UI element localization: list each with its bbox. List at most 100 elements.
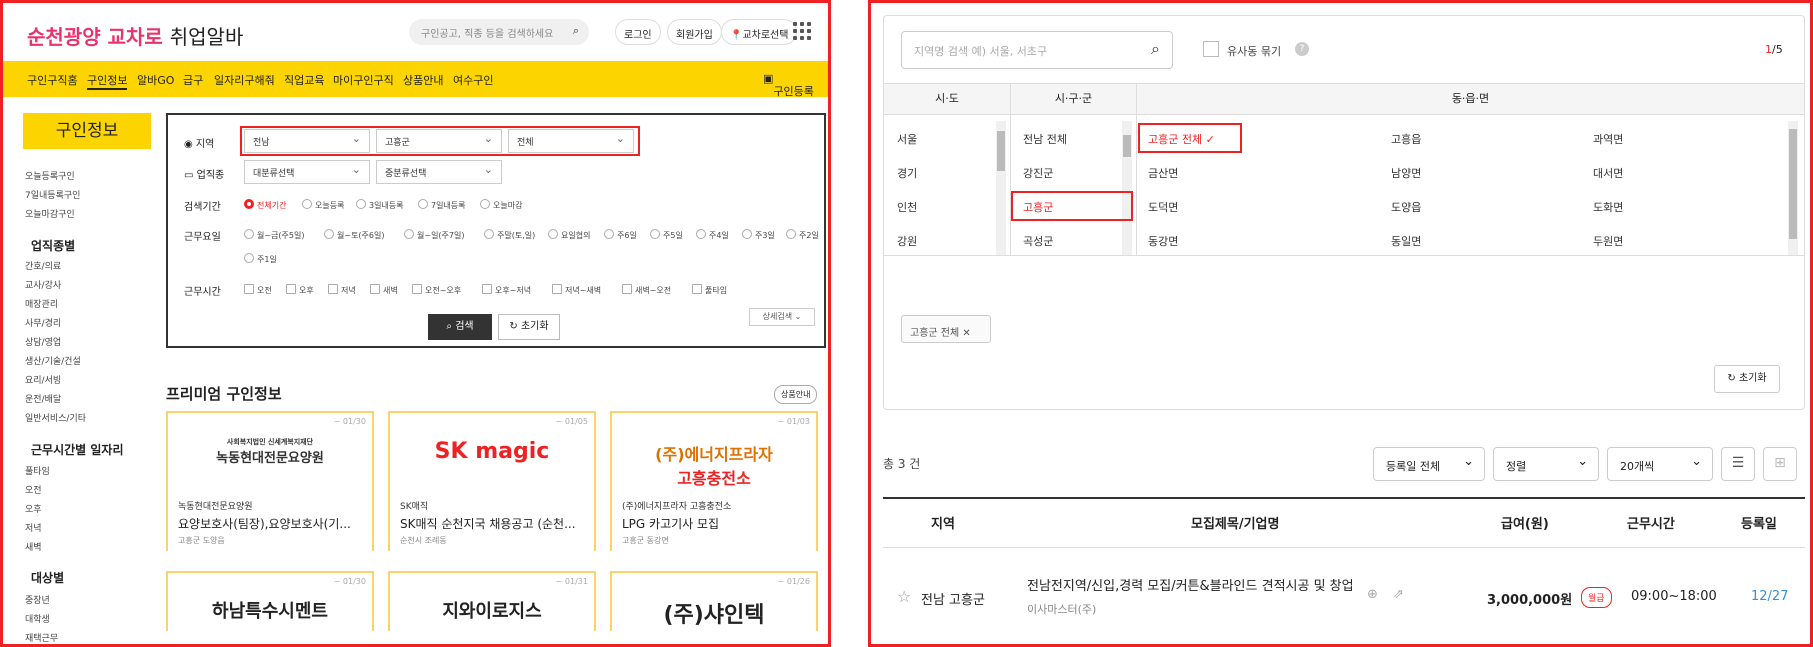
sido-item[interactable]: 서울 [897,131,917,147]
sidebar-item[interactable]: 풀타임 [25,464,50,477]
workday-option[interactable]: 월~일(주7일) [404,229,464,241]
nav-item[interactable]: 직업교육 [284,72,324,88]
sidebar-item[interactable]: 매장관리 [25,297,58,310]
sido-item[interactable]: 경기 [897,165,917,181]
sort-dropdown[interactable]: 정렬 [1493,447,1599,481]
worktime-option[interactable]: 새벽 [370,284,398,296]
worktime-option[interactable]: 오후 [286,284,314,296]
worktime-option[interactable]: 오전~오후 [412,284,461,296]
zoom-icon[interactable]: ⊕ [1367,587,1378,602]
detail-search-button[interactable]: 상세검색 ⌄ [749,308,815,326]
reset-button[interactable]: ↻ 초기화 [498,314,560,340]
worktime-option[interactable]: 저녁~새벽 [552,284,601,296]
sidebar-item[interactable]: 사무/경리 [25,316,61,329]
sigungu-item[interactable]: 곡성군 [1023,233,1053,249]
sidebar-item[interactable]: 교사/강사 [25,278,61,291]
sidebar-item[interactable]: 오늘마감구인 [25,207,75,220]
nav-item[interactable]: 일자리구해줘 [214,72,275,88]
sidebar-item[interactable]: 오전 [25,483,42,496]
dong-item[interactable]: 두원면 [1593,233,1623,249]
selected-region-tag[interactable]: 고흥군 전체 ✕ [901,315,991,343]
sido-item[interactable]: 강원 [897,233,917,249]
workday-option[interactable]: 월~토(주6일) [324,229,384,241]
workday-option[interactable]: 주3일 [742,229,775,241]
job-card[interactable]: ~ 01/31 지와이로지스 [388,571,596,631]
sidebar-item[interactable]: 오늘등록구인 [25,169,75,182]
worktime-option[interactable]: 오전 [244,284,272,296]
sidebar-item[interactable]: 중장년 [25,593,50,606]
signup-button[interactable]: 회원가입 [667,19,722,45]
sidebar-item[interactable]: 생산/기술/건설 [25,354,81,367]
job-minor-select[interactable]: 중분류선택 [376,160,502,184]
sidebar-item[interactable]: 일반서비스/기타 [25,411,86,424]
workday-option[interactable]: 주2일 [786,229,819,241]
page-size-dropdown[interactable]: 20개씩 [1607,447,1713,481]
period-option[interactable]: 7일내등록 [418,199,466,211]
worktime-option[interactable]: 새벽~오전 [622,284,671,296]
dong-item[interactable]: 대서면 [1593,165,1623,181]
search-icon[interactable]: ⌕ [1151,39,1160,59]
workday-option[interactable]: 주5일 [650,229,683,241]
nav-item[interactable]: 상품안내 [403,72,443,88]
sidebar-item[interactable]: 운전/배달 [25,392,61,405]
dong-item[interactable]: 도덕면 [1148,199,1178,215]
nav-item[interactable]: 구인정보 [87,72,128,90]
sidebar-item[interactable]: 저녁 [25,521,42,534]
help-icon[interactable]: ? [1295,42,1309,56]
period-option[interactable]: 오늘마감 [480,199,522,211]
sidebar-item[interactable]: 요리/서빙 [25,373,61,386]
period-option[interactable]: 전체기간 [244,199,286,211]
site-logo[interactable]: 순천광양 교차로 취업알바 [27,21,243,50]
nav-item[interactable]: 마이구인구직 [333,72,394,88]
product-info-badge[interactable]: 상품안내 [774,385,818,404]
sidebar-item[interactable]: 상담/영업 [25,335,61,348]
workday-option[interactable]: 주6일 [604,229,637,241]
nav-item[interactable]: 급구 [183,72,203,88]
sidebar-item[interactable]: 대학생 [25,612,50,625]
workday-option[interactable]: 주말(토,일) [484,229,535,241]
dong-item[interactable]: 동강면 [1148,233,1178,249]
period-option[interactable]: 오늘등록 [302,199,344,211]
dong-item[interactable]: 도양읍 [1391,199,1421,215]
nav-item[interactable]: 구인구직홈 [27,72,78,88]
job-card[interactable]: ~ 01/05 SK magic SK매직 SK매직 순천지국 채용공고 (순천… [388,411,596,551]
login-button[interactable]: 로그인 [615,19,661,45]
search-icon[interactable]: ⌕ [573,24,579,38]
region-reset-button[interactable]: ↻ 초기화 [1714,365,1780,393]
workday-option[interactable]: 주1일 [244,253,277,265]
sigungu-item[interactable]: 강진군 [1023,165,1053,181]
sidebar-item[interactable]: 오후 [25,502,42,515]
star-icon[interactable]: ☆ [897,587,911,606]
sidebar-item[interactable]: 7일내등록구인 [25,188,80,201]
job-card[interactable]: ~ 01/26 (주)샤인텍 [610,571,818,631]
job-major-select[interactable]: 대분류선택 [244,160,370,184]
dong-item[interactable]: 금산면 [1148,165,1178,181]
period-option[interactable]: 3일내등록 [356,199,404,211]
sidebar-item[interactable]: 재택근무 [25,631,58,644]
nav-item[interactable]: 여수구인 [453,72,493,88]
sidebar-item[interactable]: 새벽 [25,540,42,553]
date-filter-dropdown[interactable]: 등록일 전체 [1373,447,1485,481]
region-select-button[interactable]: 📍교차로선택 [721,19,798,45]
dong-item[interactable]: 고흥읍 [1391,131,1421,147]
job-card[interactable]: ~ 01/30 하남특수시멘트 [166,571,374,631]
sigungu-scrollbar[interactable] [1122,121,1132,255]
workday-option[interactable]: 요일협의 [548,229,590,241]
similar-checkbox[interactable] [1203,41,1219,57]
grid-view-icon[interactable]: ⊞ [1763,447,1797,481]
sidebar-item[interactable]: 간호/의료 [25,259,61,272]
row-company[interactable]: 이사마스터(주) [1027,601,1096,617]
menu-grid-icon[interactable] [793,22,811,40]
worktime-option[interactable]: 저녁 [328,284,356,296]
job-card[interactable]: ~ 01/03 (주)에너지프라자 고흥충전소 (주)에너지프라자 고흥충전소 L… [610,411,818,551]
dong-item[interactable]: 남양면 [1391,165,1421,181]
dong-item[interactable]: 동일면 [1391,233,1421,249]
external-link-icon[interactable]: ⇗ [1393,587,1404,602]
worktime-option[interactable]: 오후~저녁 [482,284,531,296]
dong-scrollbar[interactable] [1788,121,1798,255]
sido-scrollbar[interactable] [996,121,1006,255]
register-job-button[interactable]: ▣ 구인등록 [763,72,814,98]
workday-option[interactable]: 주4일 [696,229,729,241]
search-input[interactable]: 구인공고, 직종 등을 검색하세요 ⌕ [409,19,589,45]
list-view-icon[interactable]: ☰ [1721,447,1755,481]
